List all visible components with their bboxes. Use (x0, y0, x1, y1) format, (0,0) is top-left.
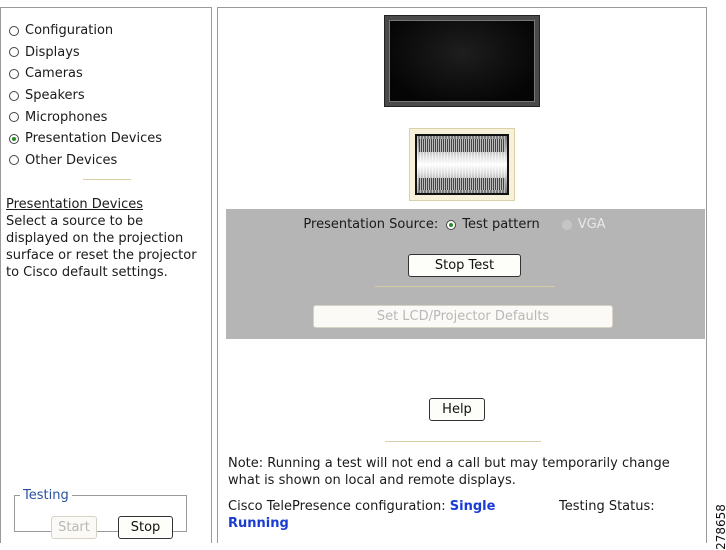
sidebar-item-speakers[interactable]: Speakers (9, 85, 162, 107)
sidebar-item-presentation-devices[interactable]: Presentation Devices (9, 128, 162, 150)
radio-icon[interactable] (9, 112, 19, 123)
note-text: Note: Running a test will not end a call… (228, 456, 670, 488)
sidebar-item-label: Configuration (25, 23, 114, 39)
display-screen (389, 20, 535, 102)
option-vga[interactable]: VGA (561, 217, 606, 232)
stop-button[interactable]: Stop (118, 516, 173, 539)
option-label: Test pattern (462, 217, 540, 232)
section-description: Presentation Devices Select a source to … (6, 196, 206, 281)
stop-test-button[interactable]: Stop Test (408, 254, 521, 277)
radio-icon[interactable] (9, 47, 19, 58)
divider (375, 286, 555, 287)
sidebar-item-label: Microphones (25, 109, 108, 125)
sidebar-item-label: Presentation Devices (25, 131, 163, 147)
radio-disabled-icon[interactable] (561, 219, 572, 230)
sidebar-item-displays[interactable]: Displays (9, 42, 162, 64)
testing-group: Testing Start Stop (14, 488, 187, 539)
option-test-pattern[interactable]: Test pattern (446, 217, 540, 232)
figure-number-text: 278658 (713, 504, 726, 550)
radio-selected-icon[interactable] (9, 133, 19, 144)
source-label: Presentation Source: (303, 217, 439, 232)
testing-status-label: Testing Status: (559, 499, 655, 514)
testing-legend: Testing (23, 488, 69, 503)
test-pattern-image (415, 134, 509, 195)
presentation-source-row: Presentation Source: Test pattern VGA (226, 217, 705, 232)
description-text: Select a source to be displayed on the p… (6, 214, 197, 280)
projector-test-pattern-icon (409, 128, 515, 201)
sidebar-item-configuration[interactable]: Configuration (9, 20, 162, 42)
figure-number: 278658 (703, 504, 726, 550)
divider (83, 179, 131, 180)
radio-icon[interactable] (9, 90, 19, 101)
set-projector-defaults-button[interactable]: Set LCD/Projector Defaults (313, 305, 613, 328)
status-bar: Cisco TelePresence configuration: Single… (228, 498, 703, 532)
sidebar-panel: Configuration Displays Cameras Speakers … (0, 7, 212, 543)
presentation-source-panel: Presentation Source: Test pattern VGA St… (226, 209, 705, 339)
config-value: Single (449, 499, 496, 514)
sidebar-item-label: Other Devices (25, 152, 118, 168)
testing-status-value: Running (228, 516, 289, 531)
sidebar-item-label: Speakers (25, 88, 85, 104)
display-icon (384, 15, 540, 107)
help-button[interactable]: Help (429, 398, 485, 421)
sidebar-item-microphones[interactable]: Microphones (9, 106, 162, 128)
radio-icon[interactable] (9, 155, 19, 166)
option-label: VGA (577, 217, 606, 232)
start-button[interactable]: Start (51, 516, 97, 539)
config-label: Cisco TelePresence configuration: (228, 499, 446, 514)
sidebar-item-other-devices[interactable]: Other Devices (9, 150, 162, 172)
radio-icon[interactable] (9, 68, 19, 79)
main-panel: Presentation Source: Test pattern VGA St… (217, 7, 707, 543)
device-radio-list: Configuration Displays Cameras Speakers … (9, 20, 162, 171)
sidebar-item-label: Cameras (25, 66, 83, 82)
sidebar-item-cameras[interactable]: Cameras (9, 63, 162, 85)
divider (385, 441, 541, 442)
radio-selected-icon[interactable] (446, 219, 457, 230)
radio-icon[interactable] (9, 25, 19, 36)
sidebar-item-label: Displays (25, 44, 80, 60)
description-title: Presentation Devices (6, 197, 144, 212)
